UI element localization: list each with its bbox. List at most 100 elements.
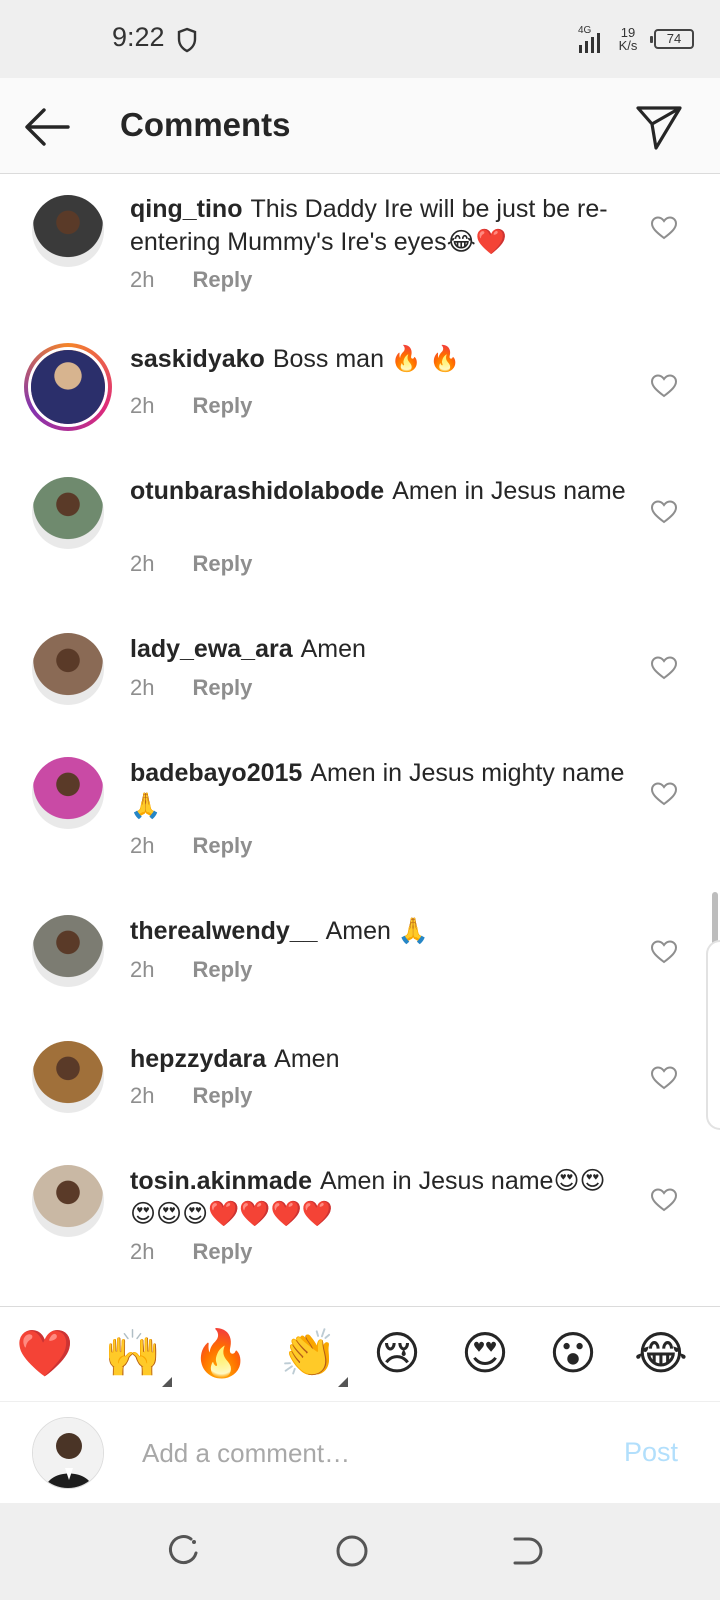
comment-input[interactable]	[140, 1427, 600, 1479]
comment-text: hepzzydara Amen	[130, 1043, 630, 1076]
comment-composer: Post	[0, 1403, 720, 1503]
comment-text: therealwendy__ Amen 🙏	[130, 915, 630, 948]
comment-text: saskidyako Boss man 🔥 🔥	[130, 343, 630, 376]
comment-username[interactable]: therealwendy__	[130, 917, 318, 945]
comment-meta: 2h Reply	[130, 267, 252, 293]
comment-timestamp: 2h	[130, 833, 155, 858]
emoji-glyph: 😍	[461, 1326, 509, 1380]
emoji-glyph: 😂	[634, 1326, 688, 1380]
post-button[interactable]: Post	[624, 1437, 678, 1468]
comment-message: Amen 🙏	[325, 917, 429, 945]
heart-eyes-emoji[interactable]: 😍	[450, 1321, 520, 1385]
recent-apps-icon[interactable]	[163, 1531, 203, 1571]
like-heart-icon[interactable]	[650, 373, 678, 399]
network-speed: 19 K/s	[614, 26, 642, 52]
raising-hands-emoji[interactable]: 🙌	[98, 1321, 172, 1387]
tears-of-joy-emoji[interactable]: 😂	[626, 1321, 696, 1385]
comment-username[interactable]: lady_ewa_ara	[130, 635, 293, 663]
comment-text: otunbarashidolabode Amen in Jesus name	[130, 475, 630, 508]
emoji-glyph: 😢	[373, 1326, 421, 1380]
status-time: 9:22	[112, 22, 165, 52]
reply-button[interactable]: Reply	[192, 393, 252, 418]
comment-timestamp: 2h	[130, 551, 155, 576]
avatar[interactable]	[32, 633, 104, 705]
avatar[interactable]	[24, 343, 112, 431]
like-heart-icon[interactable]	[650, 655, 678, 681]
avatar	[32, 1417, 104, 1489]
comment-timestamp: 2h	[130, 1083, 155, 1108]
skin-tone-indicator-icon	[338, 1377, 348, 1387]
emoji-glyph: ❤️	[16, 1326, 74, 1380]
home-icon[interactable]	[332, 1531, 372, 1571]
comment-text: lady_ewa_ara Amen	[130, 633, 630, 666]
back-nav-icon[interactable]	[505, 1531, 545, 1571]
like-heart-icon[interactable]	[650, 939, 678, 965]
comment-message: Boss man 🔥 🔥	[272, 345, 461, 373]
like-heart-icon[interactable]	[650, 215, 678, 241]
comments-header: Comments	[0, 78, 720, 174]
comment-message: Amen	[274, 1045, 340, 1073]
comments-list[interactable]: qing_tino This Daddy Ire will be just be …	[0, 175, 720, 1305]
comment-username[interactable]: otunbarashidolabode	[130, 477, 384, 505]
comment-timestamp: 2h	[130, 1239, 155, 1264]
signal-icon: 4G	[578, 25, 600, 53]
direct-send-icon[interactable]	[634, 102, 684, 152]
avatar[interactable]	[32, 757, 104, 829]
edge-panel-handle[interactable]	[706, 940, 720, 1130]
comment-meta: 2h Reply	[130, 1239, 252, 1265]
comment-username[interactable]: qing_tino	[130, 195, 242, 223]
like-heart-icon[interactable]	[650, 499, 678, 525]
skin-tone-indicator-icon	[162, 1377, 172, 1387]
reply-button[interactable]: Reply	[192, 957, 252, 982]
comment-username[interactable]: badebayo2015	[130, 759, 302, 787]
comment-timestamp: 2h	[130, 267, 155, 292]
battery-icon: 74	[650, 29, 694, 49]
reply-button[interactable]: Reply	[192, 551, 252, 576]
avatar[interactable]	[32, 1041, 104, 1113]
comment-timestamp: 2h	[130, 675, 155, 700]
emoji-quick-bar: ❤️ 🙌 🔥 👏 😢 😍 😮 😂	[0, 1306, 720, 1402]
reply-button[interactable]: Reply	[192, 1239, 252, 1264]
surprised-face-emoji[interactable]: 😮	[538, 1321, 608, 1385]
avatar[interactable]	[32, 195, 104, 267]
comment-meta: 2h Reply	[130, 1083, 252, 1109]
comment-meta: 2h Reply	[130, 551, 252, 577]
comment-username[interactable]: hepzzydara	[130, 1045, 266, 1073]
emoji-glyph: 👏	[280, 1326, 338, 1380]
avatar[interactable]	[32, 1165, 104, 1237]
comment-meta: 2h Reply	[130, 393, 252, 419]
reply-button[interactable]: Reply	[192, 833, 252, 858]
fire-emoji[interactable]: 🔥	[186, 1321, 256, 1385]
like-heart-icon[interactable]	[650, 781, 678, 807]
reply-button[interactable]: Reply	[192, 1083, 252, 1108]
clapping-hands-emoji[interactable]: 👏	[274, 1321, 348, 1387]
avatar[interactable]	[32, 915, 104, 987]
shield-icon	[177, 27, 197, 53]
comment-meta: 2h Reply	[130, 675, 252, 701]
comment-text: badebayo2015 Amen in Jesus mighty name 🙏	[130, 757, 630, 823]
user-avatar-icon	[33, 1418, 103, 1488]
status-indicators: 4G 19 K/s 74	[578, 22, 694, 56]
like-heart-icon[interactable]	[650, 1065, 678, 1091]
comment-username[interactable]: saskidyako	[130, 345, 265, 373]
reply-button[interactable]: Reply	[192, 675, 252, 700]
comment-message: Amen in Jesus name	[392, 477, 626, 505]
like-heart-icon[interactable]	[650, 1187, 678, 1213]
comment-meta: 2h Reply	[130, 957, 252, 983]
comment-message: Amen	[300, 635, 366, 663]
comment-timestamp: 2h	[130, 393, 155, 418]
avatar[interactable]	[32, 477, 104, 549]
back-arrow-icon[interactable]	[20, 100, 74, 154]
crying-face-emoji[interactable]: 😢	[362, 1321, 432, 1385]
page-title: Comments	[120, 106, 291, 143]
battery-level: 74	[666, 31, 682, 46]
comment-text: qing_tino This Daddy Ire will be just be …	[130, 193, 630, 259]
status-bar: 9:22 4G 19 K/s 74	[0, 0, 720, 78]
emoji-glyph: 🔥	[192, 1326, 250, 1380]
system-nav-bar	[0, 1503, 720, 1600]
emoji-glyph: 😮	[549, 1326, 597, 1380]
comment-text: tosin.akinmade Amen in Jesus name😍😍😍😍😍❤️❤…	[130, 1165, 630, 1231]
comment-username[interactable]: tosin.akinmade	[130, 1167, 312, 1195]
reply-button[interactable]: Reply	[192, 267, 252, 292]
red-heart-emoji[interactable]: ❤️	[10, 1321, 80, 1385]
